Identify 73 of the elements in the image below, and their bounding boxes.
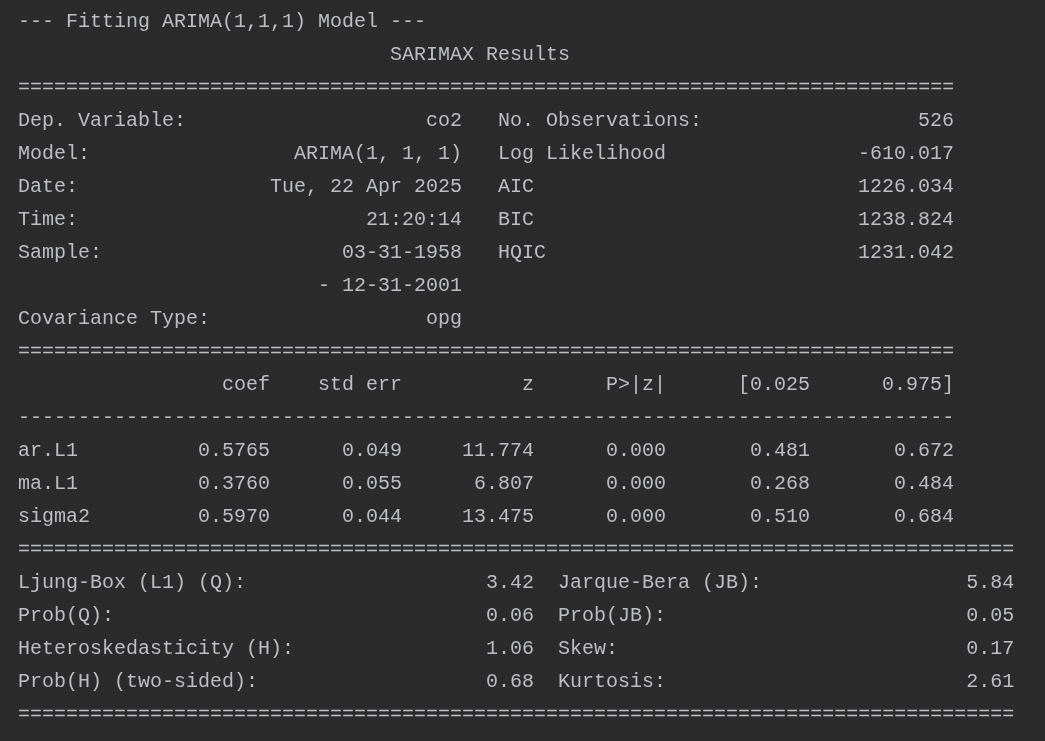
table-cell: 0.5765 [198, 439, 271, 462]
console-header: --- Fitting ARIMA(1,1,1) Model --- [18, 10, 427, 33]
field-label: Sample: [18, 241, 102, 264]
field-label: Ljung-Box (L1) (Q): [18, 571, 247, 594]
equals-rule: ============================================================================== [18, 340, 955, 363]
table-cell: 0.510 [750, 505, 811, 528]
field-value: 526 [918, 109, 955, 132]
field-value: 0.68 [486, 670, 535, 693]
field-value: 03-31-1958 [342, 241, 463, 264]
equals-rule: =================================================================================== [18, 703, 1015, 726]
table-cell: 6.807 [474, 472, 535, 495]
dash-rule: ------------------------------------------------------------------------------ [18, 406, 955, 429]
table-cell: 0.044 [342, 505, 403, 528]
field-label: Model: [18, 142, 90, 165]
table-cell: 0.000 [606, 505, 667, 528]
field-label: Kurtosis: [558, 670, 667, 693]
field-label: Prob(JB): [558, 604, 667, 627]
field-value: ARIMA(1, 1, 1) [294, 142, 463, 165]
field-label: Time: [18, 208, 78, 231]
field-label: Covariance Type: [18, 307, 211, 330]
field-label: Jarque-Bera (JB): [558, 571, 763, 594]
table-cell: 0.055 [342, 472, 403, 495]
column-header: std err [318, 373, 403, 396]
field-value: 2.61 [966, 670, 1015, 693]
field-label: HQIC [498, 241, 547, 264]
field-value: 0.06 [486, 604, 535, 627]
table-cell: 0.268 [750, 472, 811, 495]
field-label: Prob(Q): [18, 604, 114, 627]
field-value: 1.06 [486, 637, 535, 660]
field-value: Tue, 22 Apr 2025 [270, 175, 463, 198]
field-value: opg [426, 307, 463, 330]
field-label: Heteroskedasticity (H): [18, 637, 295, 660]
field-value: co2 [426, 109, 463, 132]
table-cell: 0.049 [342, 439, 403, 462]
results-title: SARIMAX Results [390, 43, 571, 66]
field-value: 5.84 [966, 571, 1015, 594]
field-label: BIC [498, 208, 535, 231]
parameter-name: sigma2 [18, 505, 91, 528]
table-cell: 0.3760 [198, 472, 271, 495]
field-value: 1231.042 [858, 241, 955, 264]
field-value: 1238.824 [858, 208, 955, 231]
column-header: coef [222, 373, 271, 396]
column-header: P>|z| [606, 373, 667, 396]
field-value: 3.42 [486, 571, 535, 594]
field-value: -610.017 [858, 142, 955, 165]
field-label: AIC [498, 175, 535, 198]
table-cell: 0.484 [894, 472, 955, 495]
field-value: 21:20:14 [366, 208, 463, 231]
table-cell: 0.5970 [198, 505, 271, 528]
column-header: 0.975] [882, 373, 955, 396]
field-label: Dep. Variable: [18, 109, 187, 132]
field-value: 0.05 [966, 604, 1015, 627]
table-cell: 0.481 [750, 439, 811, 462]
field-label: No. Observations: [498, 109, 703, 132]
field-value: - 12-31-2001 [318, 274, 463, 297]
field-label: Date: [18, 175, 78, 198]
table-cell: 13.475 [462, 505, 535, 528]
column-header: [0.025 [738, 373, 811, 396]
field-label: Log Likelihood [498, 142, 667, 165]
field-value: 1226.034 [858, 175, 955, 198]
parameter-name: ma.L1 [18, 472, 79, 495]
field-value: 0.17 [966, 637, 1015, 660]
table-cell: 11.774 [462, 439, 535, 462]
column-header: z [522, 373, 535, 396]
equals-rule: =================================================================================== [18, 538, 1015, 561]
table-cell: 0.000 [606, 439, 667, 462]
parameter-name: ar.L1 [18, 439, 79, 462]
table-cell: 0.672 [894, 439, 955, 462]
table-cell: 0.684 [894, 505, 955, 528]
table-cell: 0.000 [606, 472, 667, 495]
field-label: Skew: [558, 637, 619, 660]
equals-rule: ============================================================================== [18, 76, 955, 99]
field-label: Prob(H) (two-sided): [18, 670, 259, 693]
